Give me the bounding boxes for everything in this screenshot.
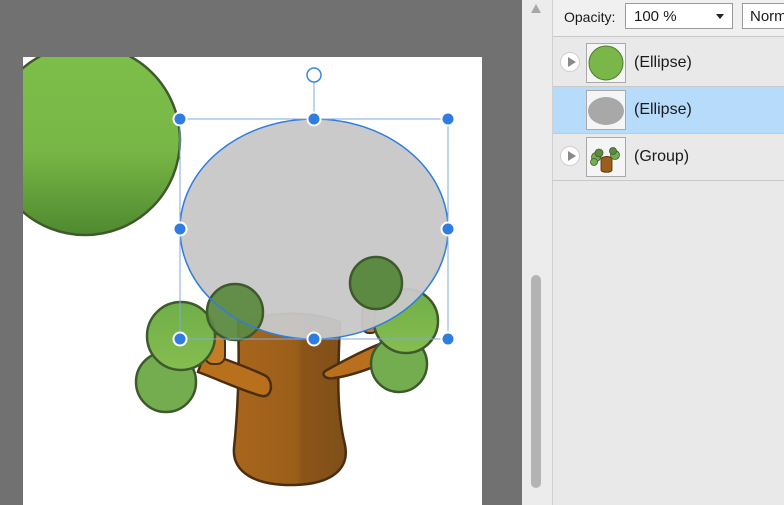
- layer-row-ellipse-green[interactable]: (Ellipse): [553, 40, 784, 87]
- canvas-area[interactable]: [0, 0, 522, 505]
- handle-top-center[interactable]: [306, 111, 322, 127]
- layer-toolbar: Opacity: 100 % Normal: [553, 0, 784, 37]
- opacity-label: Opacity:: [564, 9, 616, 25]
- big-green-ellipse[interactable]: [0, 45, 182, 237]
- layer-list: (Ellipse) (Ellipse) (Group): [553, 40, 784, 181]
- opacity-dropdown[interactable]: 100 %: [625, 3, 733, 29]
- leaf-right-dark[interactable]: [348, 255, 404, 311]
- blend-mode-value[interactable]: Normal: [750, 8, 784, 25]
- gray-ellipse-icon: [588, 97, 624, 125]
- chevron-down-icon[interactable]: [716, 14, 724, 19]
- handle-top-right[interactable]: [440, 111, 456, 127]
- layer-name: (Ellipse): [634, 54, 692, 71]
- opacity-value[interactable]: 100 %: [634, 8, 677, 25]
- rotation-handle-icon[interactable]: [306, 67, 322, 83]
- tree-group-icon: [590, 147, 620, 173]
- layer-thumbnail: [586, 90, 626, 130]
- layers-panel: Opacity: 100 % Normal (Ellipse) (: [553, 0, 784, 505]
- layer-name: (Ellipse): [634, 101, 692, 118]
- handle-top-left[interactable]: [172, 111, 188, 127]
- handle-bottom-right[interactable]: [440, 331, 456, 347]
- vertical-scrollbar[interactable]: [522, 0, 553, 505]
- handle-bottom-center[interactable]: [306, 331, 322, 347]
- handle-middle-right[interactable]: [440, 221, 456, 237]
- handle-bottom-left[interactable]: [172, 331, 188, 347]
- arrow-up-icon[interactable]: [531, 4, 541, 13]
- canvas-scene[interactable]: [0, 0, 522, 505]
- leaf-left-dark[interactable]: [205, 282, 265, 342]
- layer-thumbnail: [586, 43, 626, 83]
- blend-mode-dropdown[interactable]: Normal: [742, 3, 784, 29]
- triangle-right-icon[interactable]: [560, 52, 580, 72]
- handle-middle-left[interactable]: [172, 221, 188, 237]
- green-ellipse-icon: [588, 45, 624, 81]
- layer-thumbnail: [586, 137, 626, 177]
- layer-name: (Group): [634, 148, 690, 165]
- triangle-right-icon[interactable]: [560, 146, 580, 166]
- layer-row-ellipse-gray[interactable]: (Ellipse): [553, 87, 784, 134]
- layer-row-group[interactable]: (Group): [553, 134, 784, 181]
- scrollbar-thumb[interactable]: [531, 275, 541, 488]
